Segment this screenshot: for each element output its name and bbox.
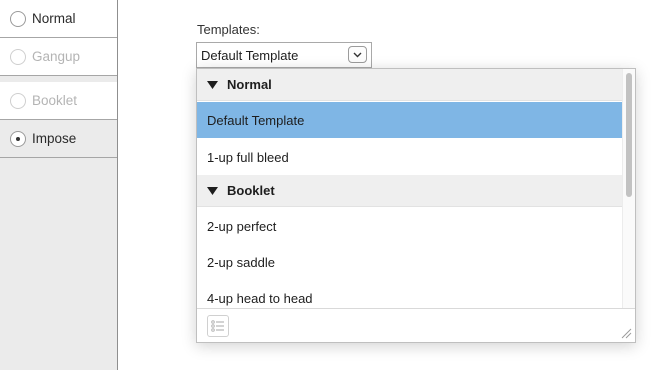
group-header-label: Booklet [227,183,275,198]
mode-impose[interactable]: Impose [0,120,117,158]
mode-gangup-label: Gangup [32,49,81,64]
templates-label: Templates: [197,22,260,37]
list-item-label: 2-up perfect [207,218,277,234]
chevron-down-icon[interactable] [348,46,367,63]
list-item-label: Default Template [207,112,305,128]
mode-booklet-label: Booklet [32,93,78,108]
list-item-default-template[interactable]: Default Template [197,102,625,138]
list-item-1-up-full-bleed[interactable]: 1-up full bleed [197,139,625,175]
templates-select-value: Default Template [201,47,299,63]
radio-booklet [10,92,26,109]
mode-normal[interactable]: Normal [0,0,117,38]
group-header-normal[interactable]: Normal [197,69,625,101]
radio-normal[interactable] [10,10,26,27]
group-header-label: Normal [227,77,272,92]
list-item-label: 4-up head to head [207,290,313,306]
templates-popup: Normal Default Template 1-up full bleed … [196,68,636,343]
group-header-booklet[interactable]: Booklet [197,175,625,207]
disclosure-triangle-icon[interactable] [207,186,218,195]
templates-select[interactable]: Default Template [196,42,372,68]
radio-gangup [10,48,26,65]
scroll-thumb[interactable] [626,73,632,197]
popup-footer [197,308,635,342]
disclosure-triangle-icon[interactable] [207,80,218,89]
radio-impose[interactable] [10,130,26,147]
mode-panel: Normal Gangup Booklet Impose [0,0,118,370]
resize-grip-icon[interactable] [620,327,632,339]
list-item-label: 1-up full bleed [207,149,289,165]
mode-normal-label: Normal [32,11,76,26]
mode-booklet: Booklet [0,82,117,120]
list-item-2-up-saddle[interactable]: 2-up saddle [197,244,625,280]
list-item-2-up-perfect[interactable]: 2-up perfect [197,208,625,244]
mode-impose-label: Impose [32,131,77,146]
list-item-label: 2-up saddle [207,254,275,270]
popup-scrollbar[interactable] [622,69,635,309]
list-icon[interactable] [207,315,229,337]
mode-gangup: Gangup [0,38,117,76]
